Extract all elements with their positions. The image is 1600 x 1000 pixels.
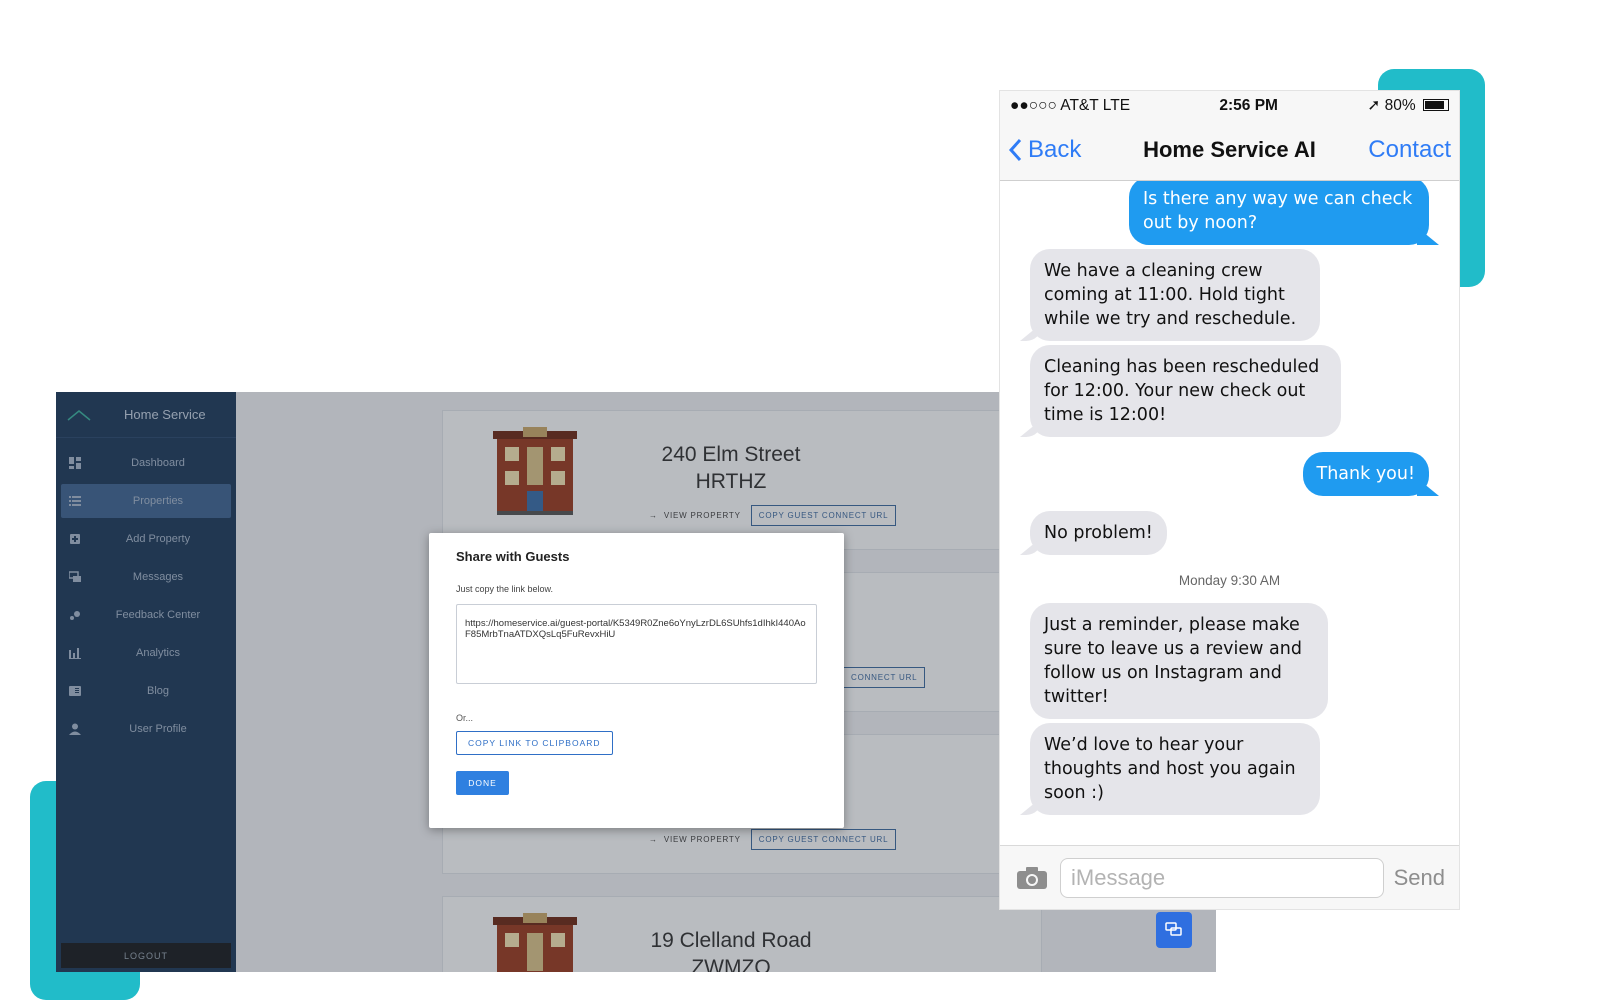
message-bubble-incoming: We’d love to hear your thoughts and host… xyxy=(1030,723,1320,815)
battery-icon xyxy=(1423,99,1449,111)
message-timestamp: Monday 9:30 AM xyxy=(1178,573,1281,588)
message-bubble-incoming: Just a reminder, please make sure to lea… xyxy=(1030,603,1328,719)
message-bubble-outgoing: Is there any way we can check out by noo… xyxy=(1129,181,1429,245)
status-bar: ●●○○○ AT&T LTE 2:56 PM ➚ 80% xyxy=(1000,91,1459,120)
clock: 2:56 PM xyxy=(1219,96,1278,114)
carrier-label: ●●○○○ AT&T LTE xyxy=(1010,96,1131,114)
conversation-header: Back Home Service AI Contact xyxy=(1000,120,1459,181)
chat-fab-button[interactable] xyxy=(1156,912,1192,948)
modal-hint: Just copy the link below. xyxy=(456,584,554,594)
camera-icon xyxy=(1017,866,1047,889)
message-bubble-incoming: Cleaning has been rescheduled for 12:00.… xyxy=(1030,345,1341,437)
contact-button[interactable]: Contact xyxy=(1368,136,1451,164)
message-bubble-incoming: We have a cleaning crew coming at 11:00.… xyxy=(1030,249,1320,341)
camera-button[interactable] xyxy=(1014,860,1050,896)
message-thread: Is there any way we can check out by noo… xyxy=(1000,181,1459,847)
marketing-canvas: Home Service Dashboard Properties Add Pr… xyxy=(0,0,1600,1000)
message-composer: iMessage Send xyxy=(1000,845,1459,909)
message-bubble-incoming: No problem! xyxy=(1030,511,1167,555)
share-with-guests-modal: Share with Guests Just copy the link bel… xyxy=(429,533,844,828)
battery-percent: 80% xyxy=(1384,97,1416,114)
guest-link-textarea[interactable]: https://homeservice.ai/guest-portal/K534… xyxy=(456,604,817,684)
back-label: Back xyxy=(1028,136,1082,163)
done-button[interactable]: DONE xyxy=(456,771,509,795)
modal-title: Share with Guests xyxy=(456,549,570,564)
chevron-left-icon xyxy=(1008,138,1022,162)
phone-screenshot: ●●○○○ AT&T LTE 2:56 PM ➚ 80% Back Home S… xyxy=(999,90,1460,910)
location-arrow-icon: ➚ xyxy=(1367,97,1381,114)
battery-status: ➚ 80% xyxy=(1367,96,1449,115)
imessage-input[interactable]: iMessage xyxy=(1060,857,1384,898)
message-bubble-outgoing: Thank you! xyxy=(1302,452,1429,496)
back-button[interactable]: Back xyxy=(1008,136,1081,164)
send-button[interactable]: Send xyxy=(1394,865,1445,891)
chat-bubbles-icon xyxy=(1165,922,1182,936)
copy-link-button[interactable]: COPY LINK TO CLIPBOARD xyxy=(456,731,613,755)
modal-or-label: Or... xyxy=(456,713,474,723)
